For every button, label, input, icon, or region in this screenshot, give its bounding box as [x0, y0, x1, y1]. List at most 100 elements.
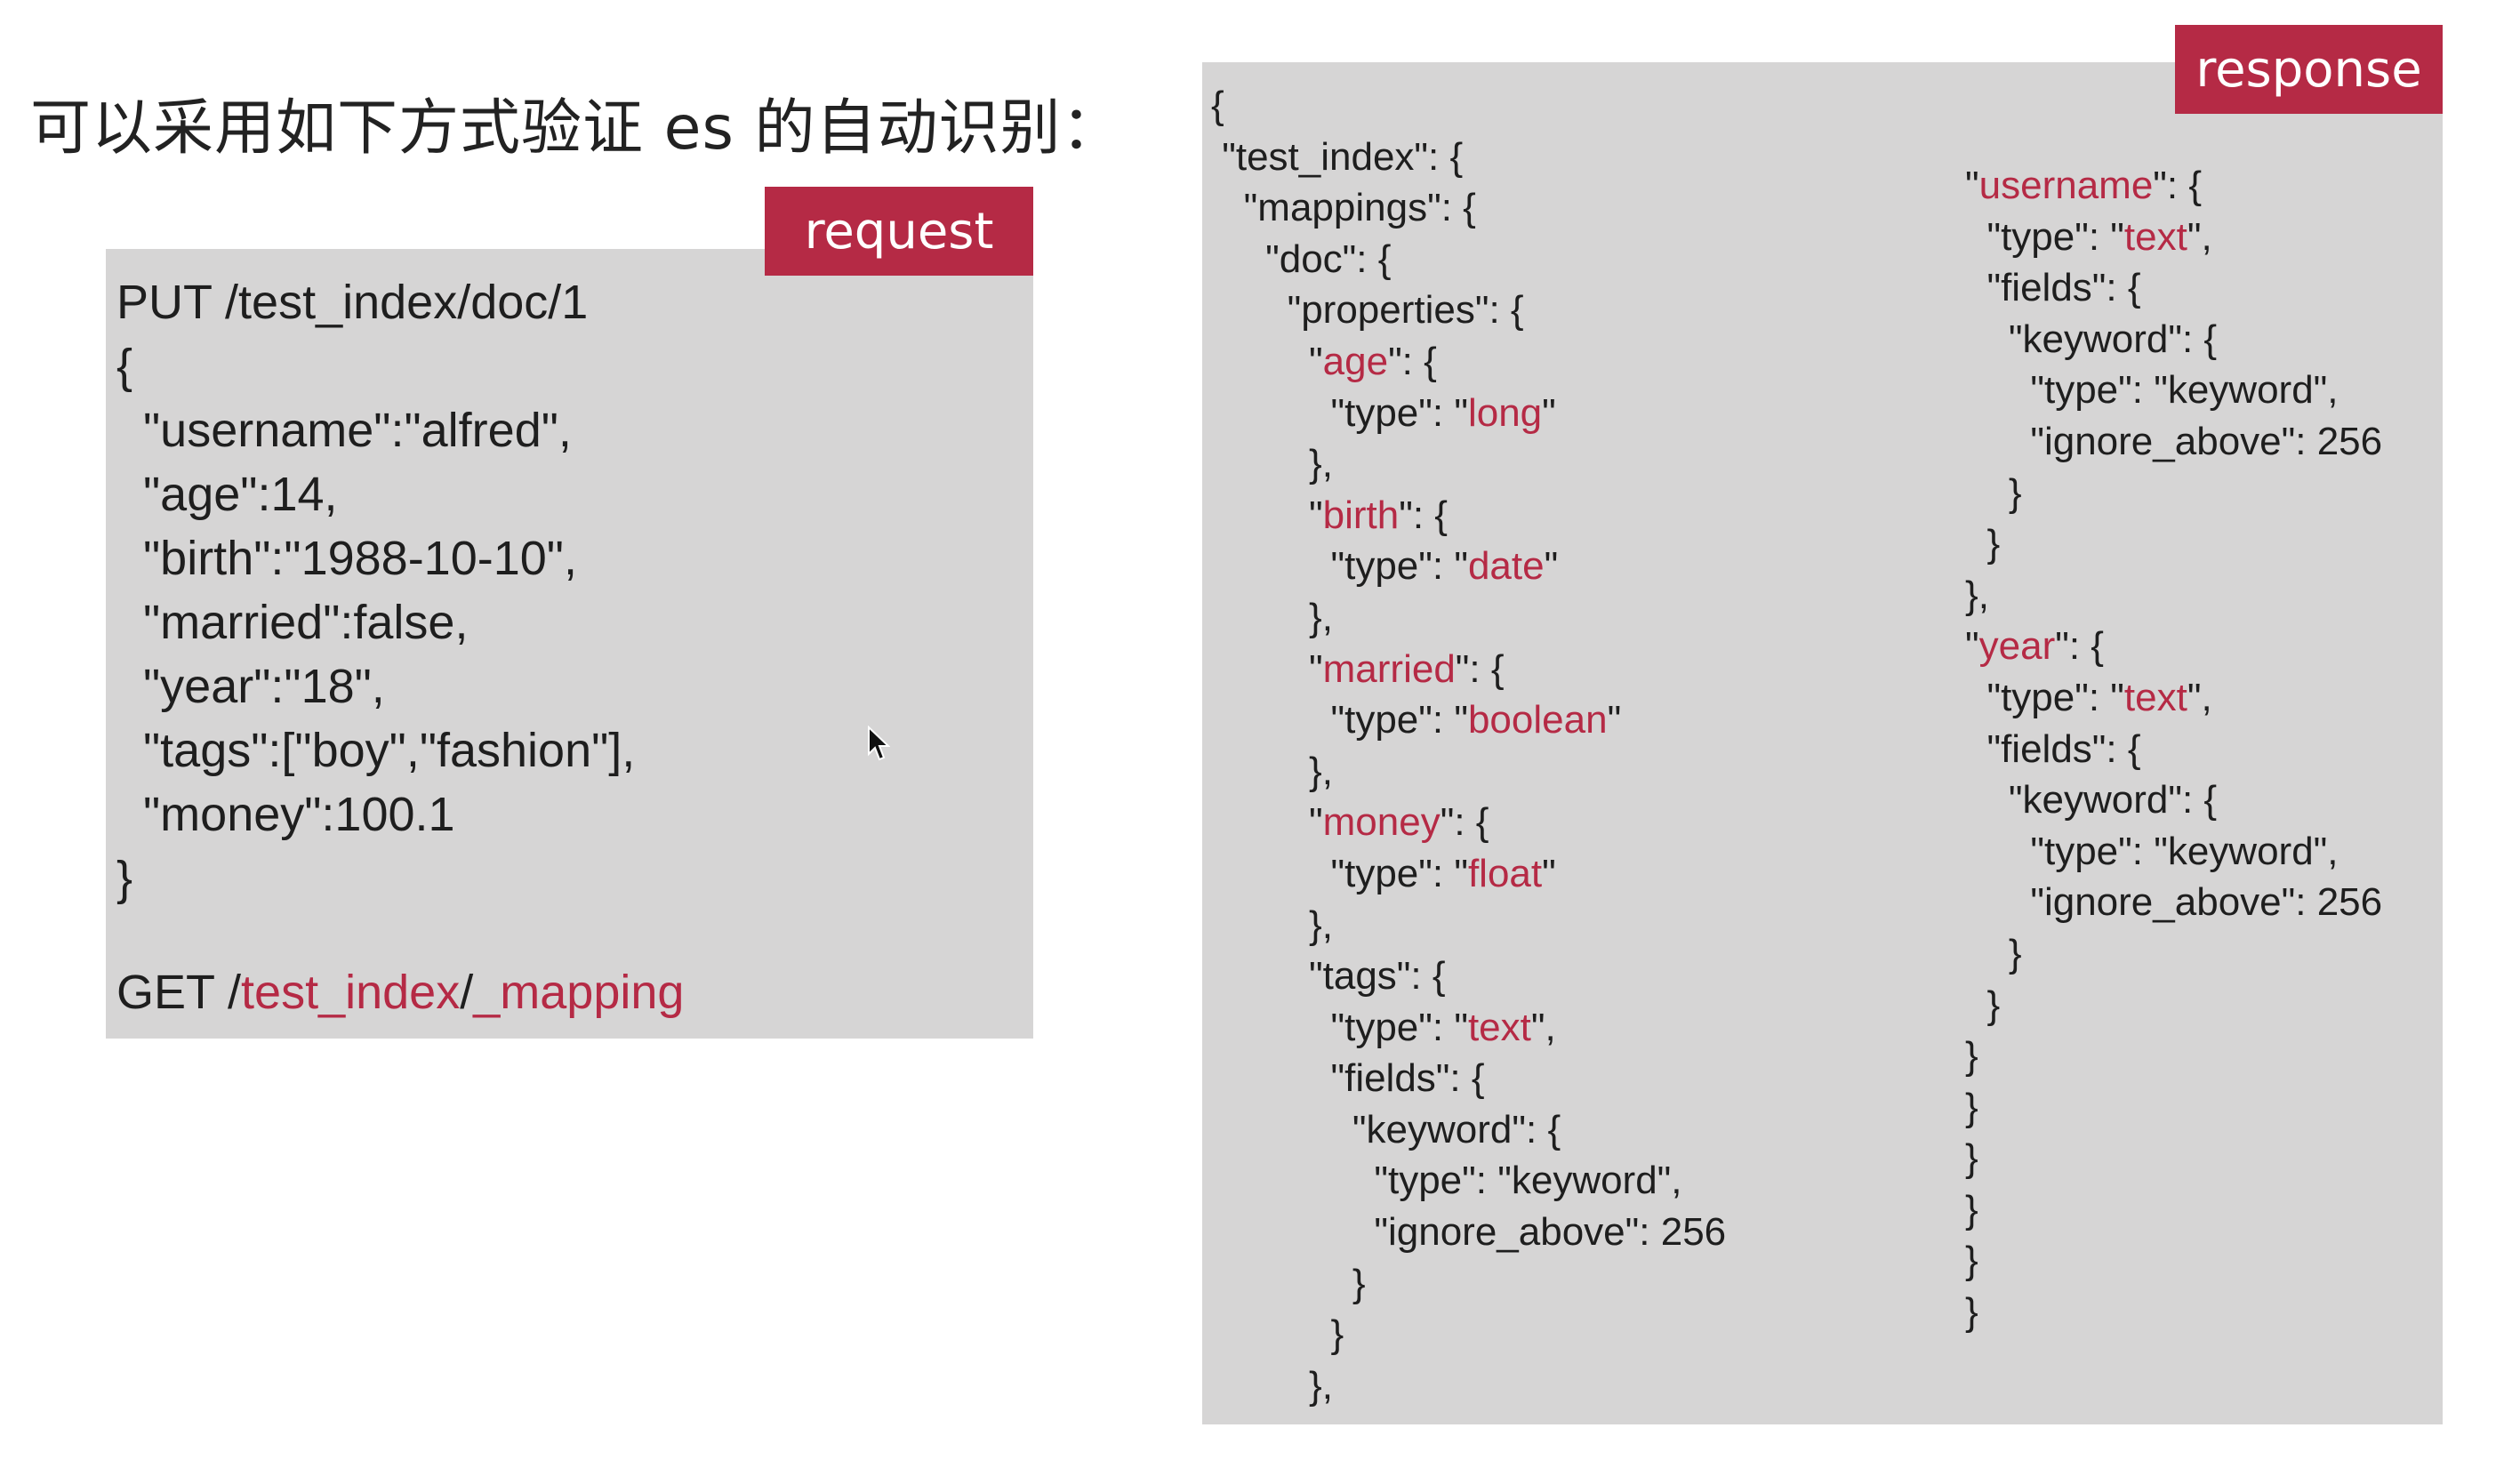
request-code-line: "age":14,	[116, 468, 338, 521]
code-token: }	[1965, 983, 2001, 1027]
highlighted-token: username	[1978, 164, 2154, 207]
response-code-line: "year": {	[1965, 621, 2382, 672]
response-code-line: }	[1211, 1258, 1726, 1310]
code-token: "type": "keyword",	[1965, 829, 2339, 873]
highlighted-token: long	[1467, 390, 1543, 435]
code-token: "type": "keyword",	[1211, 1159, 1682, 1203]
response-code-line: }	[1965, 1082, 2382, 1134]
code-token: "ignore_above": 256	[1965, 419, 2383, 463]
request-code-line: }	[116, 852, 133, 905]
request-code-block: PUT /test_index/doc/1 { "username":"alfre…	[116, 270, 635, 910]
response-code-line: "keyword": {	[1211, 1104, 1726, 1156]
code-token: },	[1211, 595, 1333, 639]
response-code-line: "mappings": {	[1211, 182, 1726, 234]
code-token: "tags": {	[1211, 954, 1446, 999]
response-code-line: "ignore_above": 256	[1211, 1207, 1726, 1258]
get-method: GET /	[116, 966, 242, 1019]
code-token: "type": "	[1211, 544, 1468, 589]
highlighted-token: year	[1978, 624, 2056, 669]
code-token: ": {	[1455, 646, 1505, 691]
get-separator: /	[460, 966, 474, 1019]
code-token: "ignore_above": 256	[1211, 1210, 1727, 1255]
code-token: "ignore_above": 256	[1965, 880, 2383, 925]
response-code-line: "birth": {	[1211, 490, 1726, 541]
code-token: "keyword": {	[1965, 317, 2218, 361]
code-token: "	[1607, 698, 1622, 742]
code-token: "	[1965, 164, 1979, 207]
code-token: "type": "	[1211, 851, 1468, 895]
response-code-line: "test_index": {	[1211, 132, 1726, 183]
code-token: },	[1965, 573, 1989, 617]
code-token: "doc": {	[1211, 237, 1392, 281]
code-token: },	[1211, 1363, 1333, 1408]
code-token: "	[1211, 493, 1323, 537]
mouse-pointer-icon	[868, 726, 890, 761]
get-index-link: test_index	[241, 966, 461, 1019]
code-token: "type": "	[1965, 675, 2124, 719]
response-code-line: "properties": {	[1211, 285, 1726, 336]
request-code-line: "username":"alfred",	[116, 404, 572, 457]
code-token: ",	[2187, 214, 2212, 259]
response-code-line: "type": "text",	[1965, 212, 2382, 263]
code-token: }	[1965, 931, 2022, 975]
code-token: },	[1211, 749, 1333, 793]
response-code-line: },	[1211, 1360, 1726, 1412]
response-code-line: "type": "keyword",	[1965, 826, 2382, 878]
code-token: ": {	[1399, 493, 1448, 537]
code-token: "properties": {	[1211, 288, 1524, 333]
response-code-line: "married": {	[1211, 644, 1726, 695]
response-code-line: "type": "boolean"	[1211, 694, 1726, 746]
code-token: "keyword": {	[1965, 778, 2218, 822]
code-token: }	[1965, 1187, 1978, 1231]
response-tag: response	[2175, 25, 2443, 114]
code-token: "type": "	[1965, 214, 2124, 259]
response-code-line: {	[1211, 80, 1726, 132]
code-token: },	[1211, 902, 1333, 947]
request-code-line: {	[116, 340, 133, 393]
highlighted-token: text	[2123, 214, 2187, 259]
code-token: ": {	[2055, 624, 2104, 669]
response-code-line: }	[1211, 1309, 1726, 1360]
response-code-line: "fields": {	[1965, 262, 2382, 314]
code-token: ",	[1530, 1005, 1556, 1049]
response-code-line: }	[1965, 1184, 2382, 1236]
slide-title: 可以采用如下方式验证 es 的自动识别：	[30, 93, 1123, 164]
request-panel: PUT /test_index/doc/1 { "username":"alfre…	[106, 249, 1033, 1039]
code-token: "fields": {	[1965, 726, 2141, 771]
code-token: "type": "	[1211, 390, 1468, 435]
request-code-line: PUT /test_index/doc/1	[116, 276, 589, 329]
highlighted-token: boolean	[1467, 698, 1608, 742]
code-token: "mappings": {	[1211, 186, 1476, 230]
response-code-line: "age": {	[1211, 336, 1726, 388]
response-code-line: "type": "long"	[1211, 388, 1726, 439]
code-token: }	[1965, 522, 2001, 566]
response-code-line: }	[1965, 1287, 2382, 1338]
response-code-line: "fields": {	[1211, 1053, 1726, 1104]
response-code-line: "username": {	[1965, 160, 2382, 212]
code-token: "type": "keyword",	[1965, 368, 2339, 413]
code-token: "test_index": {	[1211, 134, 1464, 179]
response-code-line: "type": "keyword",	[1965, 365, 2382, 416]
code-token: }	[1965, 1085, 1978, 1129]
response-code-line: "type": "keyword",	[1211, 1155, 1726, 1207]
highlighted-token: date	[1467, 544, 1545, 589]
request-code-line: "birth":"1988-10-10",	[116, 532, 577, 585]
response-panel: { "test_index": { "mappings": { "doc": {…	[1202, 62, 2443, 1424]
code-token: ": {	[1440, 800, 1489, 845]
response-code-line: },	[1211, 438, 1726, 490]
response-code-line: "money": {	[1211, 797, 1726, 848]
highlighted-token: float	[1467, 851, 1543, 895]
response-code-line: "doc": {	[1211, 234, 1726, 285]
code-token: ": {	[1388, 339, 1437, 383]
response-code-line: "tags": {	[1211, 951, 1726, 1002]
code-token: "type": "	[1211, 698, 1468, 742]
highlighted-token: text	[1467, 1005, 1531, 1049]
response-code-line: "ignore_above": 256	[1965, 416, 2382, 468]
highlighted-token: married	[1322, 646, 1456, 691]
response-code-line: }	[1965, 518, 2382, 570]
code-token: }	[1211, 1312, 1344, 1357]
code-token: }	[1211, 1261, 1366, 1305]
code-token: "	[1542, 851, 1556, 895]
response-code-right: "username": { "type": "text", "fields": …	[1965, 160, 2382, 1338]
code-token: }	[1965, 1290, 1978, 1335]
